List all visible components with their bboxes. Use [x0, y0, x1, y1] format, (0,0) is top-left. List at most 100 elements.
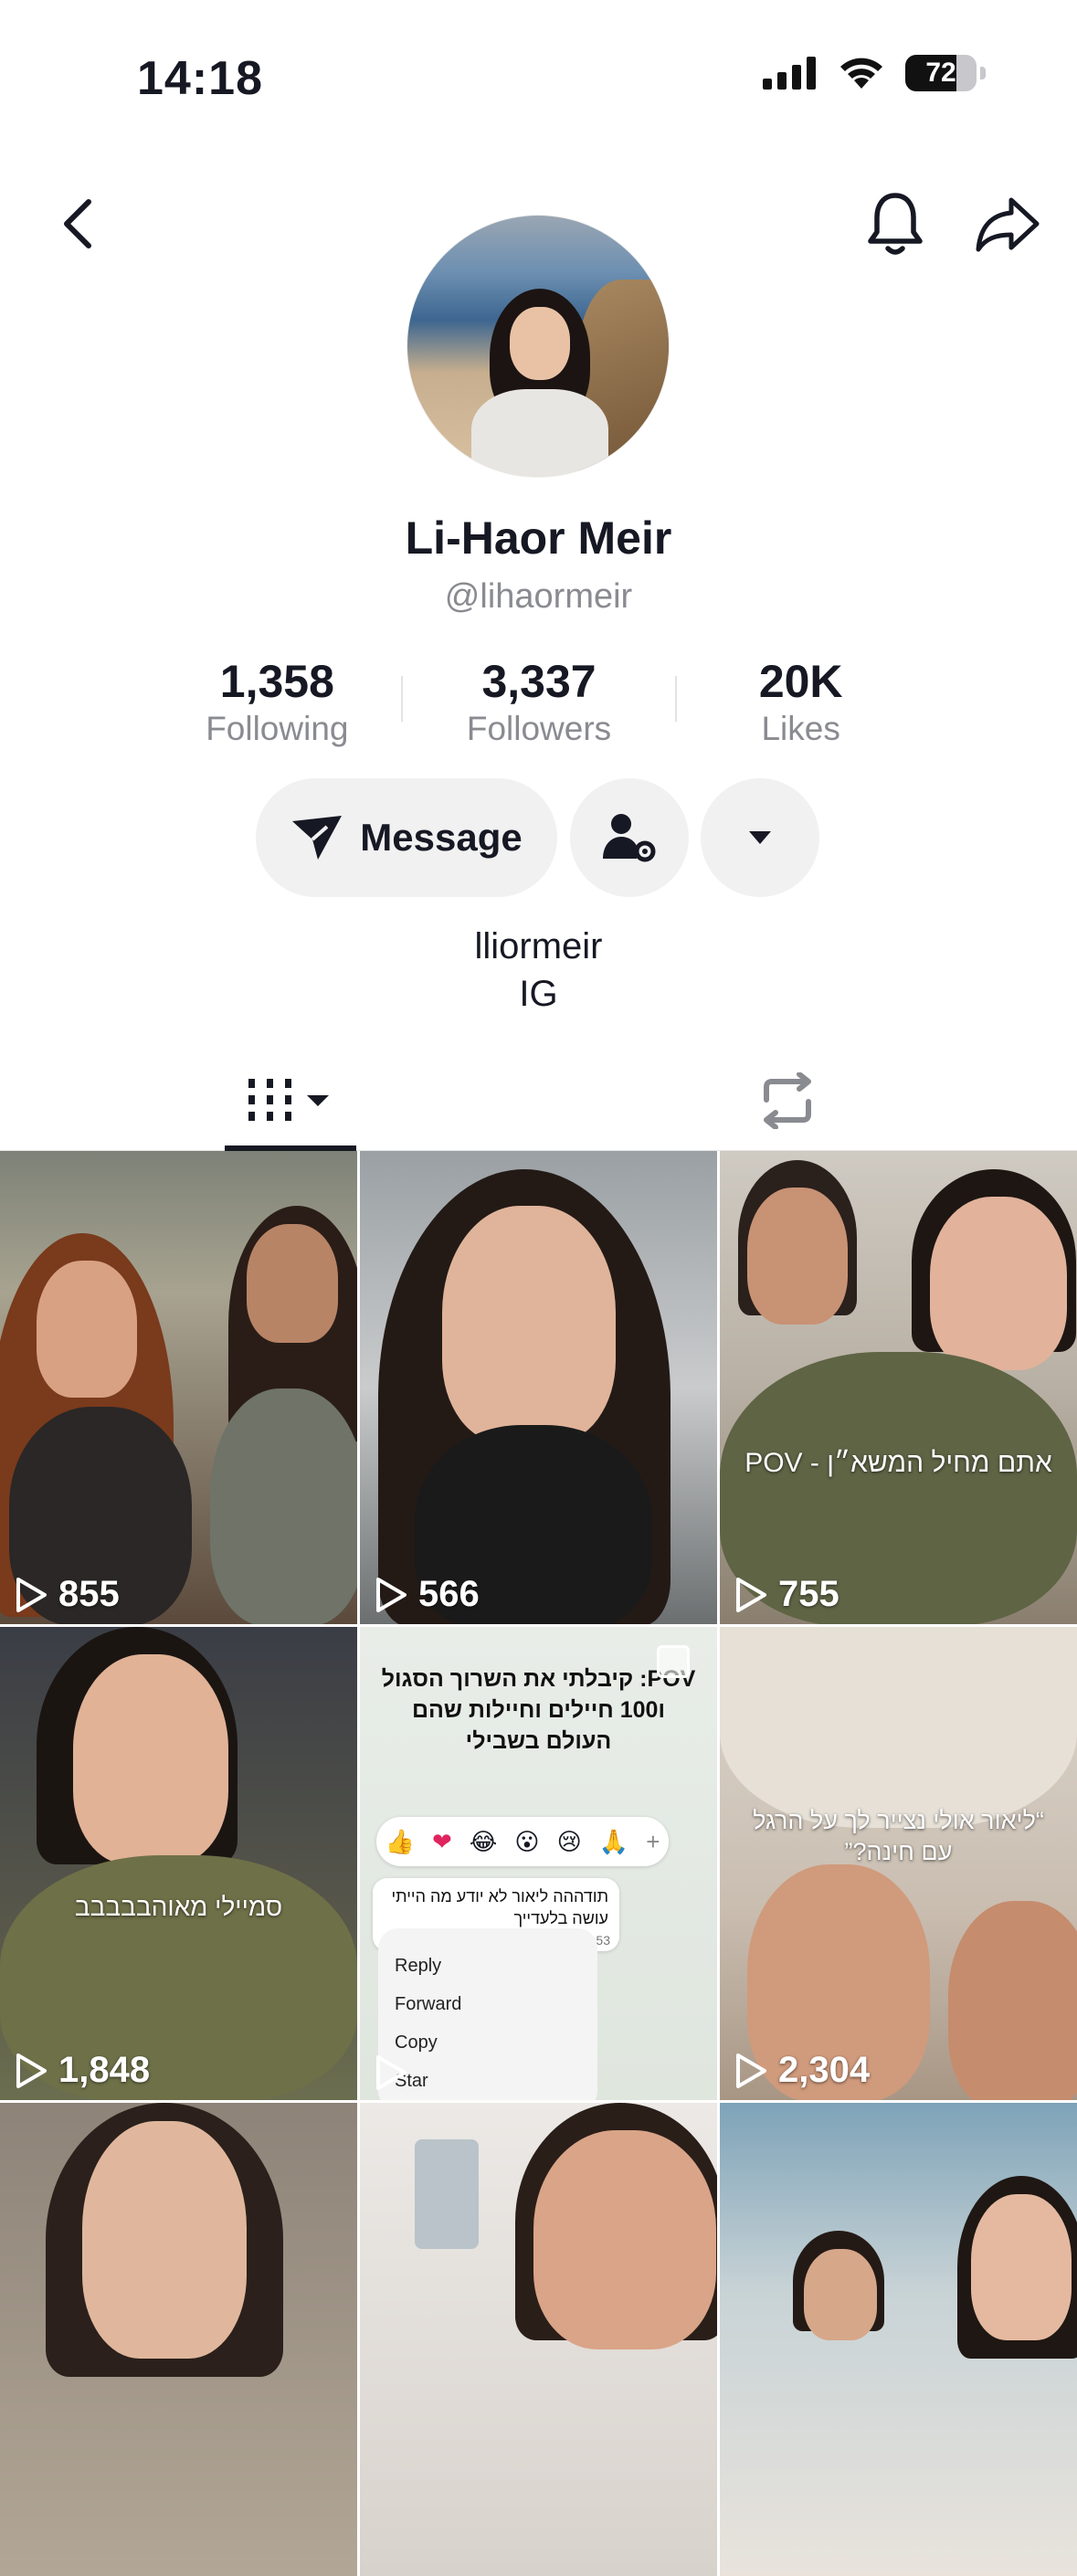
stat-value: 1,358 — [219, 656, 334, 707]
message-button[interactable]: Message — [256, 778, 557, 897]
stat-divider — [675, 676, 677, 722]
status-time: 14:18 — [137, 52, 263, 105]
play-icon — [16, 2053, 47, 2088]
more-options-button[interactable] — [701, 778, 819, 897]
play-icon — [376, 1577, 407, 1612]
video-views: 855 — [15, 1574, 120, 1615]
profile-bio: lliormeir IG — [0, 923, 1077, 1018]
video-caption: סמיילי מאוהבבבבב — [74, 1893, 283, 1921]
thumb-person-face — [930, 1197, 1067, 1370]
video-grid: 855 566 אתם מחיל המשא״ן - POV 755 סמיילי… — [0, 1151, 1077, 2576]
profile-actions: Message — [0, 778, 1077, 897]
chevron-left-icon — [64, 199, 91, 248]
heart-icon: ❤ — [432, 1827, 452, 1855]
menu-item-copy: Copy — [395, 2032, 438, 2053]
thumb-person-hand — [948, 1901, 1077, 2100]
profile-name: Li-Haor Meir — [405, 512, 672, 564]
avatar-face — [510, 307, 570, 380]
video-thumbnail[interactable] — [720, 2103, 1077, 2576]
plus-icon: + — [646, 1827, 660, 1855]
video-thumbnail[interactable]: אתם מחיל המשא״ן - POV 755 — [720, 1151, 1077, 1624]
menu-item-reply: Reply — [395, 1956, 442, 1976]
share-button[interactable] — [966, 183, 1049, 265]
battery-tip — [980, 67, 986, 79]
profile-handle: @lihaormeir — [444, 577, 633, 616]
stat-following[interactable]: 1,358 Following — [146, 654, 408, 749]
video-thumbnail[interactable] — [360, 2103, 717, 2576]
sad-icon: 😢 — [556, 1827, 582, 1855]
back-button[interactable] — [46, 187, 110, 260]
video-caption: אתם מחיל המשא״ן - POV — [744, 1448, 1052, 1478]
send-icon — [292, 816, 343, 860]
video-thumbnail[interactable]: POV: קיבלתי את השרוך הסגול ו100 חיילים ו… — [360, 1627, 717, 2100]
play-icon — [376, 2055, 407, 2090]
video-views: 2,304 — [734, 2050, 870, 2091]
status-icons: 72 — [763, 55, 986, 91]
bio-line: lliormeir — [474, 926, 603, 966]
video-thumbnail[interactable]: 855 — [0, 1151, 357, 1624]
menu-item-forward: Forward — [395, 1994, 462, 2014]
laugh-icon: 😂 — [469, 1827, 498, 1855]
surprised-icon: 😮 — [514, 1827, 540, 1855]
signal-icon — [763, 57, 816, 90]
stat-likes[interactable]: 20K Likes — [670, 654, 932, 749]
stat-label: Likes — [761, 710, 840, 747]
play-icon — [736, 2053, 766, 2088]
reaction-bar: 👍 ❤ 😂 😮 😢 🙏 + — [376, 1817, 669, 1866]
profile-avatar[interactable] — [407, 216, 669, 477]
avatar-shirt — [471, 389, 608, 477]
stat-label: Followers — [466, 710, 612, 747]
thumb-person-face — [73, 1654, 228, 1864]
thumb-person-face — [804, 2249, 877, 2340]
thumb-person-leg — [720, 1627, 1077, 1828]
pinned-icon — [657, 1645, 690, 1678]
thumb-person-face — [533, 2130, 716, 2349]
battery-percent: 72 — [925, 58, 956, 88]
menu-item-star: Star — [395, 2071, 428, 2091]
thumb-object — [415, 2139, 479, 2249]
video-thumbnail[interactable]: “ליאור אולי נצייר לך על הרגל עם חינה?” 2… — [720, 1627, 1077, 2100]
caret-down-icon — [749, 831, 771, 844]
wifi-icon — [840, 58, 882, 89]
video-views — [375, 2054, 418, 2091]
video-views: 755 — [734, 1574, 839, 1615]
video-caption: “ליאור אולי נצייר לך על הרגל עם חינה?” — [753, 1807, 1044, 1865]
stat-value: 3,337 — [481, 656, 597, 707]
share-arrow-icon — [976, 197, 1040, 252]
video-caption: POV: קיבלתי את השרוך הסגול ו100 חיילים ו… — [381, 1666, 696, 1754]
views-count: 566 — [418, 1574, 480, 1614]
video-thumbnail[interactable] — [0, 2103, 357, 2576]
notifications-button[interactable] — [859, 183, 932, 265]
stat-followers[interactable]: 3,337 Followers — [408, 654, 670, 749]
views-count: 755 — [778, 1574, 839, 1614]
tab-reposts[interactable] — [722, 1050, 853, 1151]
bio-line: IG — [519, 974, 558, 1014]
thumb-person-face — [442, 1206, 616, 1443]
bell-icon — [868, 193, 923, 255]
video-views: 1,848 — [15, 2050, 150, 2091]
tab-videos[interactable] — [225, 1050, 356, 1151]
repost-icon — [764, 1072, 811, 1129]
stat-divider — [401, 676, 403, 722]
play-icon — [16, 1577, 47, 1612]
video-thumbnail[interactable]: סמיילי מאוהבבבבב 1,848 — [0, 1627, 357, 2100]
user-settings-icon — [603, 814, 656, 862]
stat-value: 20K — [758, 656, 843, 707]
thumb-person-face — [747, 1188, 848, 1325]
video-thumbnail[interactable]: 566 — [360, 1151, 717, 1624]
thumb-person-face — [971, 2194, 1072, 2340]
grid-bars-icon — [248, 1079, 329, 1121]
thumb-person-face — [247, 1224, 338, 1343]
pray-icon: 🙏 — [598, 1827, 629, 1855]
stat-label: Following — [206, 710, 349, 747]
profile-tabs — [0, 1050, 1077, 1151]
thumbs-up-icon: 👍 — [385, 1827, 415, 1855]
play-icon — [736, 1577, 766, 1612]
profile-stats: 1,358 Following 3,337 Followers 20K Like… — [146, 654, 932, 749]
views-count: 855 — [58, 1574, 120, 1614]
thumb-person-face — [37, 1261, 137, 1398]
video-views: 566 — [375, 1574, 480, 1615]
chat-text: תודההה ליאור לא יודע מה הייתי עושה בלעדי… — [391, 1887, 608, 1927]
follow-settings-button[interactable] — [570, 778, 689, 897]
views-count: 1,848 — [58, 2050, 151, 2090]
